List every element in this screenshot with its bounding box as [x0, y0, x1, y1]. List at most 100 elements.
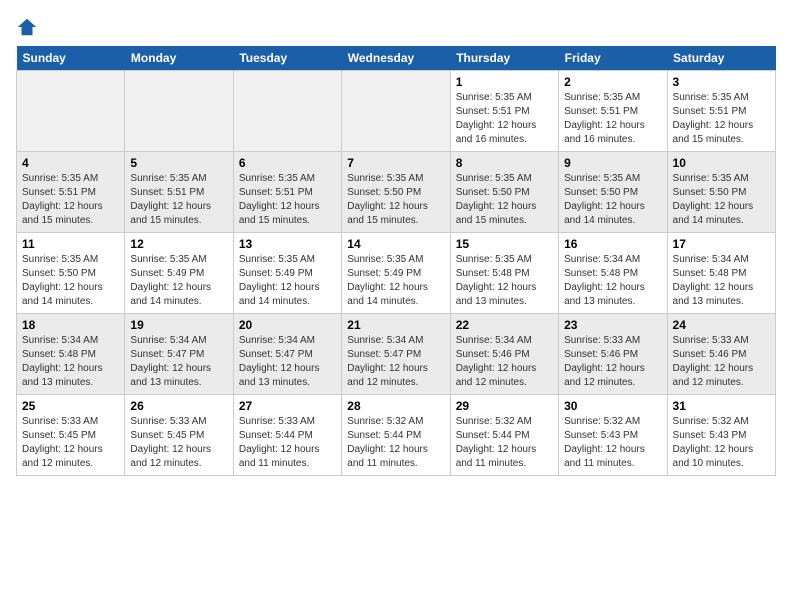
calendar-cell: 17 Sunrise: 5:34 AM Sunset: 5:48 PM Dayli…: [667, 233, 775, 314]
weekday-header-saturday: Saturday: [667, 46, 775, 71]
day-info: Sunrise: 5:34 AM Sunset: 5:47 PM Dayligh…: [130, 334, 227, 390]
day-info: Sunrise: 5:33 AM Sunset: 5:45 PM Dayligh…: [22, 415, 119, 471]
logo: [16, 16, 40, 38]
calendar-cell: [233, 71, 341, 152]
logo-icon: [16, 16, 38, 38]
calendar-week-3: 11 Sunrise: 5:35 AM Sunset: 5:50 PM Dayli…: [17, 233, 776, 314]
weekday-header-thursday: Thursday: [450, 46, 558, 71]
calendar-cell: 12 Sunrise: 5:35 AM Sunset: 5:49 PM Dayli…: [125, 233, 233, 314]
calendar-cell: 20Sunrise: 5:34 AM Sunset: 5:47 PM Dayli…: [233, 314, 341, 395]
day-info: Sunrise: 5:35 AM Sunset: 5:50 PM Dayligh…: [347, 172, 444, 228]
day-number: 27: [239, 399, 336, 413]
day-info: Sunrise: 5:35 AM Sunset: 5:51 PM Dayligh…: [239, 172, 336, 228]
calendar-cell: 10 Sunrise: 5:35 AM Sunset: 5:50 PM Dayli…: [667, 152, 775, 233]
day-number: 22: [456, 318, 553, 332]
day-info: Sunrise: 5:35 AM Sunset: 5:50 PM Dayligh…: [673, 172, 770, 228]
calendar-cell: 6 Sunrise: 5:35 AM Sunset: 5:51 PM Daylig…: [233, 152, 341, 233]
day-number: 31: [673, 399, 770, 413]
day-number: 8: [456, 156, 553, 170]
day-info: Sunrise: 5:33 AM Sunset: 5:46 PM Dayligh…: [673, 334, 770, 390]
weekday-header-row: SundayMondayTuesdayWednesdayThursdayFrid…: [17, 46, 776, 71]
day-number: 28: [347, 399, 444, 413]
day-info: Sunrise: 5:35 AM Sunset: 5:51 PM Dayligh…: [22, 172, 119, 228]
calendar-cell: 7 Sunrise: 5:35 AM Sunset: 5:50 PM Daylig…: [342, 152, 450, 233]
day-number: 6: [239, 156, 336, 170]
calendar-cell: 18 Sunrise: 5:34 AM Sunset: 5:48 PM Dayli…: [17, 314, 125, 395]
weekday-header-wednesday: Wednesday: [342, 46, 450, 71]
day-number: 20: [239, 318, 336, 332]
calendar-cell: 13Sunrise: 5:35 AM Sunset: 5:49 PM Dayli…: [233, 233, 341, 314]
calendar-cell: 25Sunrise: 5:33 AM Sunset: 5:45 PM Dayli…: [17, 395, 125, 476]
day-number: 4: [22, 156, 119, 170]
day-number: 7: [347, 156, 444, 170]
day-info: Sunrise: 5:33 AM Sunset: 5:46 PM Dayligh…: [564, 334, 661, 390]
calendar-cell: 26 Sunrise: 5:33 AM Sunset: 5:45 PM Dayli…: [125, 395, 233, 476]
day-number: 23: [564, 318, 661, 332]
day-number: 26: [130, 399, 227, 413]
calendar-cell: 15 Sunrise: 5:35 AM Sunset: 5:48 PM Dayli…: [450, 233, 558, 314]
calendar-week-4: 18 Sunrise: 5:34 AM Sunset: 5:48 PM Dayli…: [17, 314, 776, 395]
day-info: Sunrise: 5:34 AM Sunset: 5:48 PM Dayligh…: [564, 253, 661, 309]
day-info: Sunrise: 5:35 AM Sunset: 5:50 PM Dayligh…: [22, 253, 119, 309]
day-info: Sunrise: 5:35 AM Sunset: 5:51 PM Dayligh…: [456, 91, 553, 147]
day-info: Sunrise: 5:35 AM Sunset: 5:50 PM Dayligh…: [456, 172, 553, 228]
calendar-cell: 21 Sunrise: 5:34 AM Sunset: 5:47 PM Dayli…: [342, 314, 450, 395]
day-number: 5: [130, 156, 227, 170]
calendar-cell: 2 Sunrise: 5:35 AM Sunset: 5:51 PM Daylig…: [559, 71, 667, 152]
page-header: [16, 16, 776, 38]
calendar-cell: 16Sunrise: 5:34 AM Sunset: 5:48 PM Dayli…: [559, 233, 667, 314]
calendar-cell: 5 Sunrise: 5:35 AM Sunset: 5:51 PM Daylig…: [125, 152, 233, 233]
calendar-week-5: 25Sunrise: 5:33 AM Sunset: 5:45 PM Dayli…: [17, 395, 776, 476]
calendar-cell: 4 Sunrise: 5:35 AM Sunset: 5:51 PM Daylig…: [17, 152, 125, 233]
weekday-header-tuesday: Tuesday: [233, 46, 341, 71]
day-number: 21: [347, 318, 444, 332]
day-number: 3: [673, 75, 770, 89]
day-info: Sunrise: 5:34 AM Sunset: 5:47 PM Dayligh…: [347, 334, 444, 390]
day-number: 10: [673, 156, 770, 170]
day-number: 2: [564, 75, 661, 89]
day-info: Sunrise: 5:33 AM Sunset: 5:45 PM Dayligh…: [130, 415, 227, 471]
day-number: 29: [456, 399, 553, 413]
day-number: 1: [456, 75, 553, 89]
day-info: Sunrise: 5:32 AM Sunset: 5:43 PM Dayligh…: [564, 415, 661, 471]
day-number: 15: [456, 237, 553, 251]
calendar-cell: [125, 71, 233, 152]
day-info: Sunrise: 5:35 AM Sunset: 5:48 PM Dayligh…: [456, 253, 553, 309]
calendar-cell: 1 Sunrise: 5:35 AM Sunset: 5:51 PM Daylig…: [450, 71, 558, 152]
calendar-cell: [17, 71, 125, 152]
day-info: Sunrise: 5:35 AM Sunset: 5:51 PM Dayligh…: [564, 91, 661, 147]
calendar-cell: 8 Sunrise: 5:35 AM Sunset: 5:50 PM Daylig…: [450, 152, 558, 233]
day-number: 24: [673, 318, 770, 332]
day-number: 17: [673, 237, 770, 251]
calendar-cell: 22 Sunrise: 5:34 AM Sunset: 5:46 PM Dayli…: [450, 314, 558, 395]
day-number: 11: [22, 237, 119, 251]
calendar-cell: [342, 71, 450, 152]
day-info: Sunrise: 5:34 AM Sunset: 5:46 PM Dayligh…: [456, 334, 553, 390]
day-info: Sunrise: 5:33 AM Sunset: 5:44 PM Dayligh…: [239, 415, 336, 471]
weekday-header-monday: Monday: [125, 46, 233, 71]
day-number: 12: [130, 237, 227, 251]
day-info: Sunrise: 5:34 AM Sunset: 5:48 PM Dayligh…: [673, 253, 770, 309]
calendar-cell: 9Sunrise: 5:35 AM Sunset: 5:50 PM Daylig…: [559, 152, 667, 233]
calendar-cell: 11 Sunrise: 5:35 AM Sunset: 5:50 PM Dayli…: [17, 233, 125, 314]
calendar-week-1: 1 Sunrise: 5:35 AM Sunset: 5:51 PM Daylig…: [17, 71, 776, 152]
day-info: Sunrise: 5:35 AM Sunset: 5:51 PM Dayligh…: [130, 172, 227, 228]
calendar-cell: 24 Sunrise: 5:33 AM Sunset: 5:46 PM Dayli…: [667, 314, 775, 395]
day-info: Sunrise: 5:35 AM Sunset: 5:49 PM Dayligh…: [347, 253, 444, 309]
calendar-cell: 31Sunrise: 5:32 AM Sunset: 5:43 PM Dayli…: [667, 395, 775, 476]
day-number: 18: [22, 318, 119, 332]
weekday-header-friday: Friday: [559, 46, 667, 71]
calendar-cell: 28 Sunrise: 5:32 AM Sunset: 5:44 PM Dayli…: [342, 395, 450, 476]
weekday-header-sunday: Sunday: [17, 46, 125, 71]
calendar-cell: 23 Sunrise: 5:33 AM Sunset: 5:46 PM Dayli…: [559, 314, 667, 395]
calendar-week-2: 4 Sunrise: 5:35 AM Sunset: 5:51 PM Daylig…: [17, 152, 776, 233]
calendar-cell: 29Sunrise: 5:32 AM Sunset: 5:44 PM Dayli…: [450, 395, 558, 476]
day-info: Sunrise: 5:32 AM Sunset: 5:44 PM Dayligh…: [347, 415, 444, 471]
day-number: 30: [564, 399, 661, 413]
calendar-table: SundayMondayTuesdayWednesdayThursdayFrid…: [16, 46, 776, 476]
calendar-cell: 14 Sunrise: 5:35 AM Sunset: 5:49 PM Dayli…: [342, 233, 450, 314]
day-info: Sunrise: 5:35 AM Sunset: 5:50 PM Dayligh…: [564, 172, 661, 228]
day-info: Sunrise: 5:34 AM Sunset: 5:48 PM Dayligh…: [22, 334, 119, 390]
day-number: 14: [347, 237, 444, 251]
day-info: Sunrise: 5:35 AM Sunset: 5:49 PM Dayligh…: [130, 253, 227, 309]
